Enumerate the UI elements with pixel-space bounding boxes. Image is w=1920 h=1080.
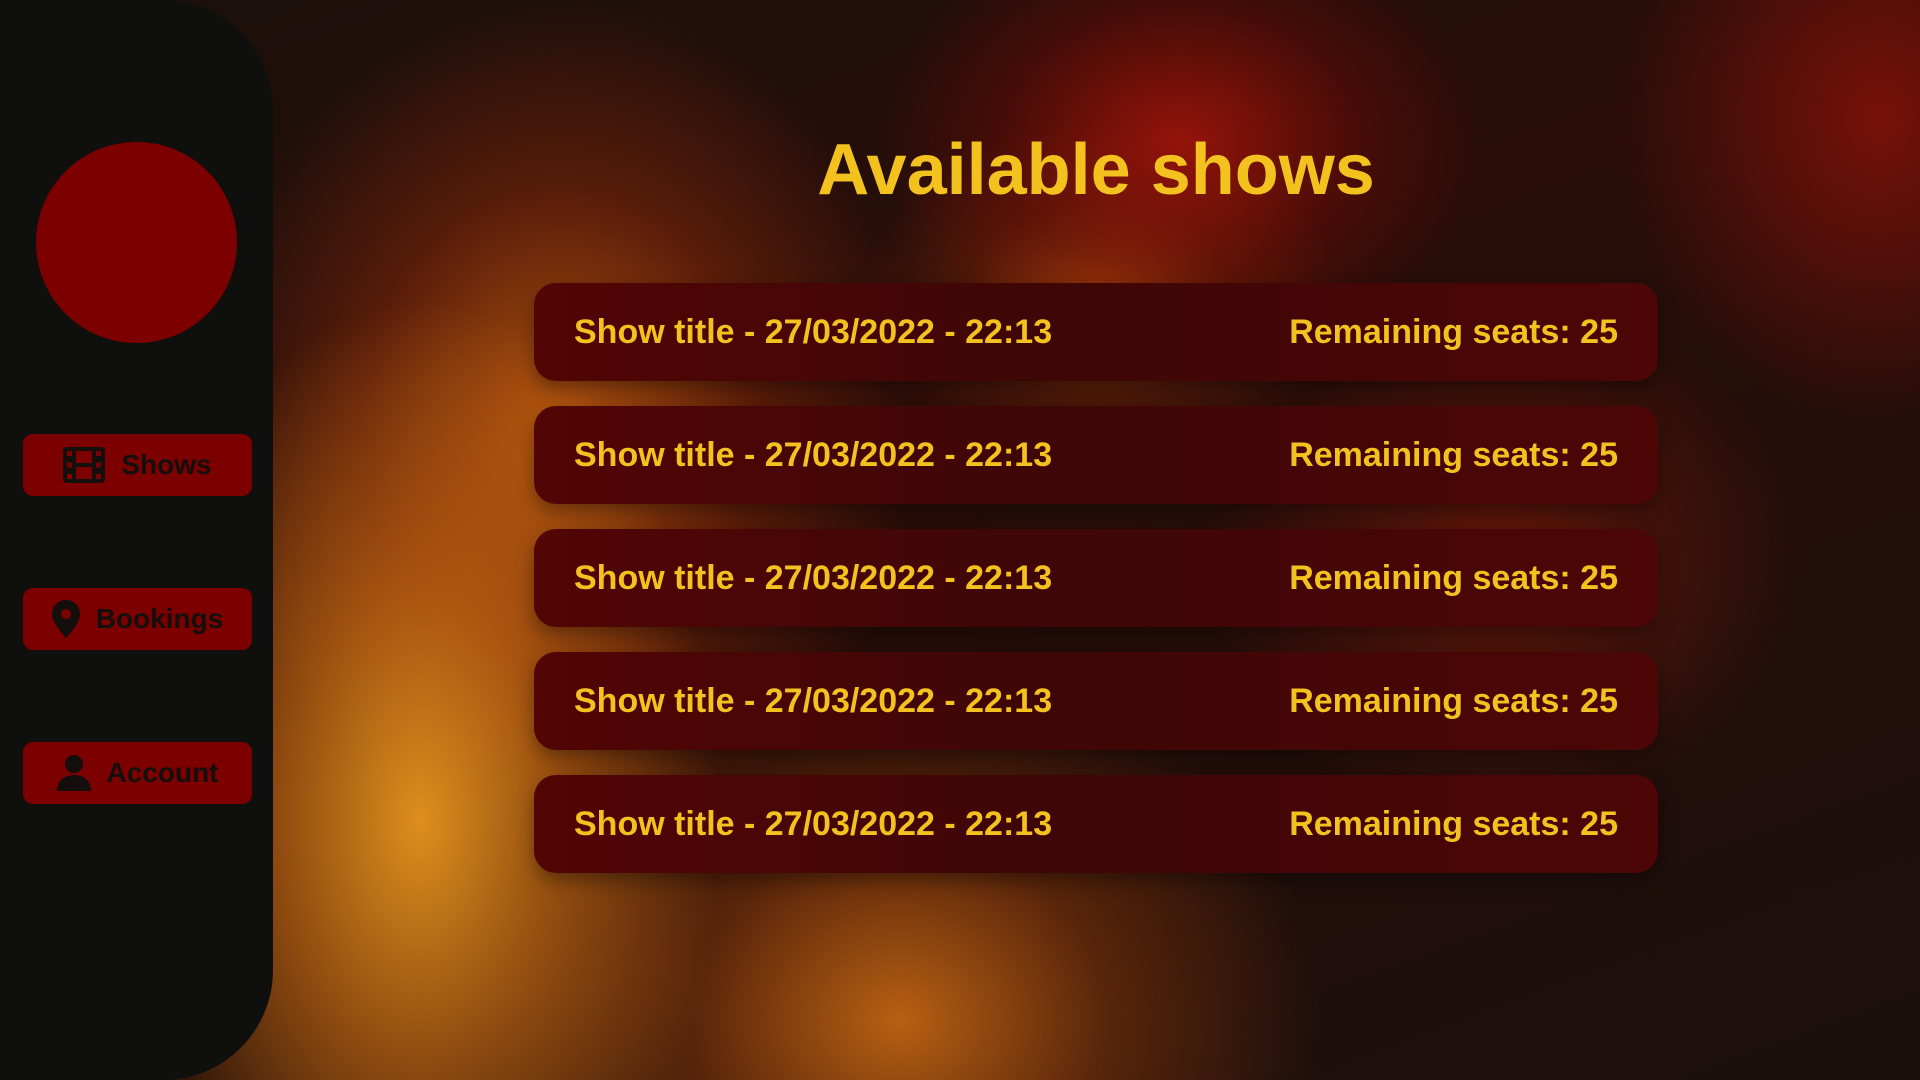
remaining-seats: Remaining seats: 25: [1289, 804, 1618, 843]
map-pin-icon: [51, 600, 80, 638]
nav-account-button[interactable]: Account: [23, 742, 252, 804]
nav-shows-button[interactable]: Shows: [23, 434, 252, 496]
show-row[interactable]: Show title - 27/03/2022 - 22:13 Remainin…: [534, 406, 1658, 504]
remaining-seats: Remaining seats: 25: [1289, 558, 1618, 597]
show-row[interactable]: Show title - 27/03/2022 - 22:13 Remainin…: [534, 652, 1658, 750]
remaining-seats: Remaining seats: 25: [1289, 435, 1618, 474]
nav-bookings-label: Bookings: [95, 603, 224, 634]
show-info: Show title - 27/03/2022 - 22:13: [574, 804, 1053, 843]
show-row[interactable]: Show title - 27/03/2022 - 22:13 Remainin…: [534, 529, 1658, 627]
nav-account-label: Account: [106, 757, 219, 788]
nav-shows-label: Shows: [121, 449, 212, 480]
nav-bookings-button[interactable]: Bookings: [23, 588, 252, 650]
show-row[interactable]: Show title - 27/03/2022 - 22:13 Remainin…: [534, 775, 1658, 873]
show-info: Show title - 27/03/2022 - 22:13: [574, 435, 1053, 474]
user-icon: [56, 755, 91, 791]
shows-list: Show title - 27/03/2022 - 22:13 Remainin…: [534, 283, 1658, 898]
avatar[interactable]: [36, 142, 237, 343]
show-row[interactable]: Show title - 27/03/2022 - 22:13 Remainin…: [534, 283, 1658, 381]
page-title: Available shows: [817, 130, 1375, 210]
show-info: Show title - 27/03/2022 - 22:13: [574, 681, 1053, 720]
film-icon: [63, 447, 106, 483]
show-info: Show title - 27/03/2022 - 22:13: [574, 312, 1053, 351]
remaining-seats: Remaining seats: 25: [1289, 312, 1618, 351]
show-info: Show title - 27/03/2022 - 22:13: [574, 558, 1053, 597]
remaining-seats: Remaining seats: 25: [1289, 681, 1618, 720]
sidebar: Shows Bookings Account: [0, 0, 273, 1080]
